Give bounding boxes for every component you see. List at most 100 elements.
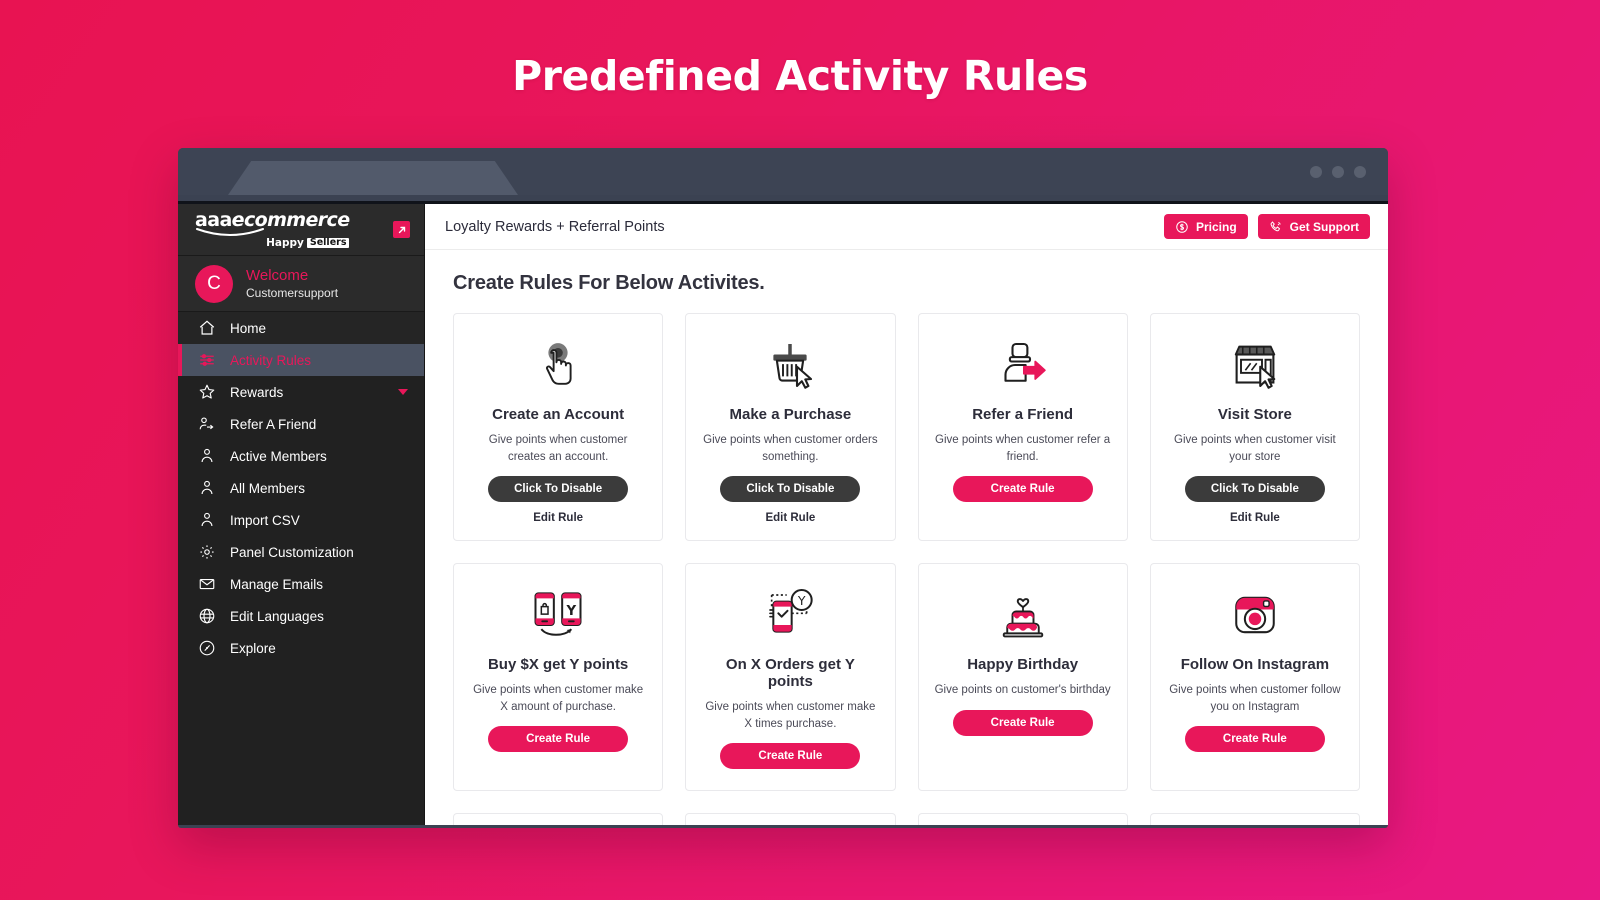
sidebar-item-label: Manage Emails xyxy=(230,576,324,592)
sidebar-item-explore[interactable]: Explore xyxy=(178,632,424,664)
expand-icon[interactable] xyxy=(393,221,410,238)
rule-card-create-button[interactable]: Create Rule xyxy=(952,709,1093,736)
window-dot-2[interactable] xyxy=(1332,165,1344,178)
sidebar-item-rewards[interactable]: Rewards xyxy=(178,376,424,408)
rule-card-edit-link[interactable]: Edit Rule xyxy=(1230,512,1280,524)
rule-card-title: On X Orders get Y points xyxy=(725,656,855,690)
sidebar-item-label: Panel Customization xyxy=(230,544,354,560)
rule-card-title: Create an Account xyxy=(492,406,625,423)
pricing-label: Pricing xyxy=(1195,219,1237,234)
rule-card-create-button[interactable]: Create Rule xyxy=(488,726,629,753)
rule-card-create-button[interactable]: Create Rule xyxy=(720,743,861,770)
sidebar-item-panel-customization[interactable]: Panel Customization xyxy=(178,536,424,568)
brand-logo: aaaecommerce Happy Sellers xyxy=(195,210,350,249)
app-body: aaaecommerce Happy Sellers C Welcome Cus… xyxy=(178,204,1388,825)
get-support-button[interactable]: Get Support xyxy=(1257,214,1370,239)
dollar-circle-icon xyxy=(1176,220,1188,233)
rule-card[interactable]: Y Buy $X get Y points Give points when c… xyxy=(453,563,664,791)
sidebar-item-all-members[interactable]: All Members xyxy=(178,472,424,504)
window-dot-1[interactable] xyxy=(1310,165,1322,178)
two-phones-icon: Y xyxy=(528,582,588,648)
rule-card-toggle-button[interactable]: Click To Disable xyxy=(488,476,629,503)
star-icon xyxy=(198,383,216,401)
sidebar-item-activity-rules[interactable]: Activity Rules xyxy=(178,344,424,376)
sidebar-item-home[interactable]: Home xyxy=(178,312,424,344)
browser-window: aaaecommerce Happy Sellers C Welcome Cus… xyxy=(178,148,1388,828)
user-text: Welcome Customersupport xyxy=(246,267,338,300)
rule-card[interactable]: Follow On Instagram Give points when cus… xyxy=(1149,563,1360,791)
rules-grid: Create an Account Give points when custo… xyxy=(453,313,1360,791)
user-profile[interactable]: C Welcome Customersupport xyxy=(178,256,424,312)
rule-card-desc: Give points on customer's birthday xyxy=(934,684,1111,696)
rule-card-create-button[interactable]: Create Rule xyxy=(952,476,1093,503)
rule-card-desc: Give points when customer creates an acc… xyxy=(488,434,628,463)
globe-icon xyxy=(198,607,216,625)
sidebar-item-active-members[interactable]: Active Members xyxy=(178,440,424,472)
user-icon xyxy=(198,479,216,497)
svg-text:Y: Y xyxy=(566,604,577,619)
sidebar-item-label: Home xyxy=(230,320,267,336)
user-name: Customersupport xyxy=(246,286,339,301)
sidebar-item-manage-emails[interactable]: Manage Emails xyxy=(178,568,424,600)
rule-card[interactable]: Create an Account Give points when custo… xyxy=(453,313,664,541)
page-title: Predefined Activity Rules xyxy=(512,52,1088,100)
rule-card-desc: Give points when customer orders somethi… xyxy=(703,434,878,463)
window-controls[interactable] xyxy=(1310,165,1366,178)
rule-card[interactable]: Y On X Orders get Y points Give points w… xyxy=(685,563,896,791)
rule-card-desc: Give points when customer refer a friend… xyxy=(935,434,1111,463)
rule-card-desc: Give points when customer follow you on … xyxy=(1169,684,1341,713)
brand-tagline: Happy Sellers xyxy=(195,236,350,249)
rule-card-toggle-button[interactable]: Click To Disable xyxy=(1184,476,1325,503)
phone-ring-icon xyxy=(1270,220,1281,231)
arrow-up-right-icon xyxy=(398,226,405,233)
browser-chrome-bar xyxy=(178,148,1388,195)
phone-check-y-icon: Y xyxy=(760,582,820,648)
window-dot-3[interactable] xyxy=(1354,165,1366,178)
rule-card-toggle-button[interactable]: Click To Disable xyxy=(720,476,861,503)
sidebar-item-label: Edit Languages xyxy=(230,608,324,624)
sidebar-item-edit-languages[interactable]: Edit Languages xyxy=(178,600,424,632)
rule-card-title: Refer a Friend xyxy=(972,406,1074,423)
sidebar-item-label: Refer A Friend xyxy=(230,416,317,432)
main-panel: Loyalty Rewards + Referral Points Pricin… xyxy=(425,204,1388,825)
rule-card-title: Follow On Instagram xyxy=(1180,656,1330,673)
rule-card-title: Make a Purchase xyxy=(729,406,852,423)
support-label: Get Support xyxy=(1289,219,1359,234)
browser-tab[interactable] xyxy=(228,161,518,195)
hand-click-icon xyxy=(530,332,586,398)
rule-card[interactable] xyxy=(1149,813,1360,825)
sidebar-item-label: Import CSV xyxy=(230,512,300,528)
refer-person-icon xyxy=(198,415,216,433)
svg-text:Y: Y xyxy=(797,593,806,608)
top-bar-actions: Pricing Get Support xyxy=(1163,214,1370,239)
birthday-cake-icon xyxy=(995,582,1051,648)
content-area: Create Rules For Below Activites. Create… xyxy=(425,250,1388,825)
storefront-cursor-icon xyxy=(1227,332,1283,398)
welcome-label: Welcome xyxy=(246,266,309,284)
rule-card[interactable] xyxy=(917,813,1128,825)
rule-card-edit-link[interactable]: Edit Rule xyxy=(533,512,583,524)
pricing-button[interactable]: Pricing xyxy=(1163,214,1248,239)
sidebar-item-label: Explore xyxy=(230,640,276,656)
rule-card-desc: Give points when customer make X amount … xyxy=(473,684,644,713)
sidebar-item-import-csv[interactable]: Import CSV xyxy=(178,504,424,536)
rule-card[interactable]: Happy Birthday Give points on customer's… xyxy=(917,563,1128,791)
rule-card[interactable]: Visit Store Give points when customer vi… xyxy=(1149,313,1360,541)
user-icon xyxy=(198,511,216,529)
rule-card-create-button[interactable]: Create Rule xyxy=(1184,726,1325,753)
rule-card[interactable]: Make a Purchase Give points when custome… xyxy=(685,313,896,541)
rule-card[interactable] xyxy=(453,813,664,825)
sidebar-item-label: All Members xyxy=(230,480,306,496)
sidebar-item-refer-a-friend[interactable]: Refer A Friend xyxy=(178,408,424,440)
rule-card[interactable]: Refer a Friend Give points when customer… xyxy=(917,313,1128,541)
rule-card[interactable] xyxy=(685,813,896,825)
sidebar-item-label: Active Members xyxy=(230,448,327,464)
sliders-icon xyxy=(198,351,216,369)
sidebar-item-label: Rewards xyxy=(230,384,284,400)
instagram-icon xyxy=(1230,582,1280,648)
brand-tagline-happy: Happy xyxy=(266,236,304,249)
sidebar: aaaecommerce Happy Sellers C Welcome Cus… xyxy=(178,204,425,825)
chevron-down-icon[interactable] xyxy=(398,389,408,395)
rule-card-title: Visit Store xyxy=(1217,406,1292,423)
rule-card-edit-link[interactable]: Edit Rule xyxy=(765,512,815,524)
